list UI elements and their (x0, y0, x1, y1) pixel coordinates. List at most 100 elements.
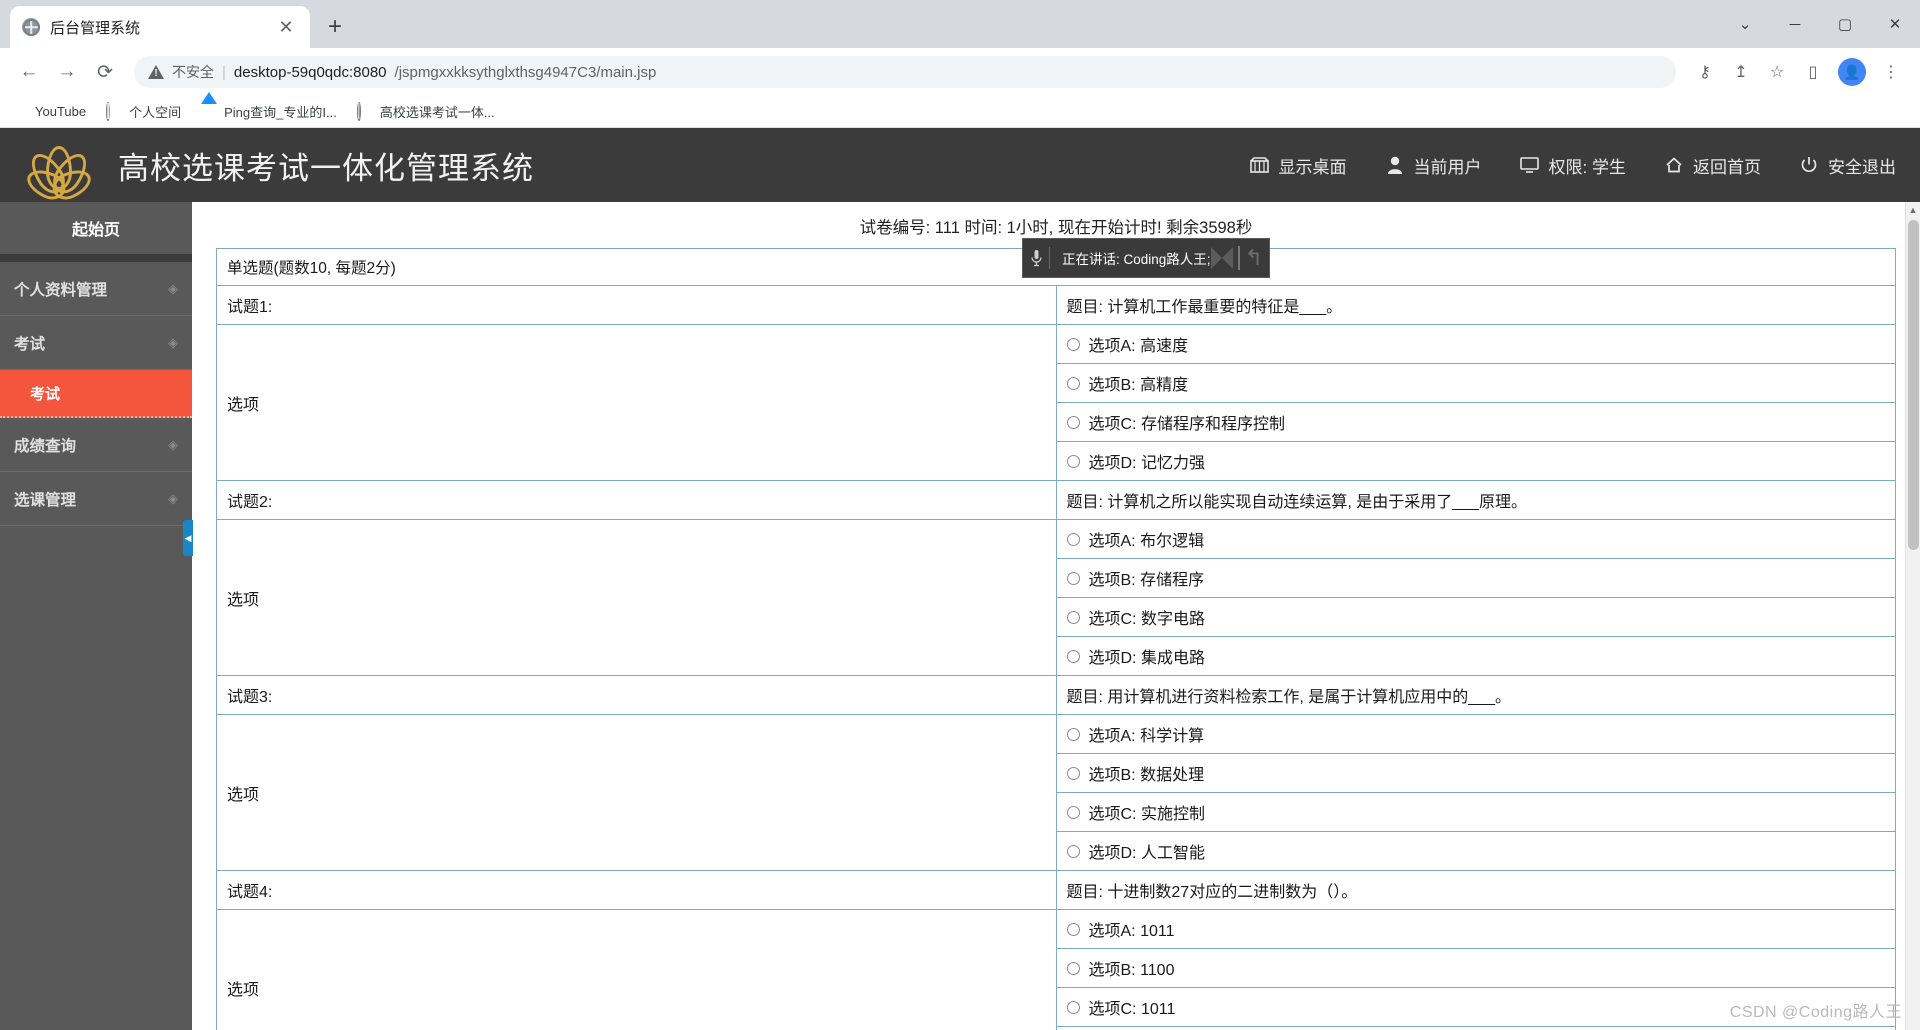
url-path: /jspmgxxkksythglxthsg4947C3/main.jsp (394, 63, 657, 81)
chevron-down-icon[interactable]: ⌄ (1720, 0, 1770, 48)
home-icon (1664, 155, 1684, 175)
menu-icon[interactable]: ⋮ (1874, 55, 1908, 89)
option-cell[interactable]: 选项D: 11011 (1055, 1026, 1896, 1030)
option-cell[interactable]: 选项B: 高精度 (1055, 363, 1896, 403)
option-cell[interactable]: 选项B: 数据处理 (1055, 753, 1896, 793)
microphone-icon (1023, 249, 1049, 267)
sidebar-item-home[interactable]: 起始页 (0, 202, 192, 254)
option-cell[interactable]: 选项C: 实施控制 (1055, 792, 1896, 832)
table-row: 选项 选项A: 布尔逻辑 (216, 519, 1896, 676)
browser-toolbar: ← → ⟳ 不安全 | desktop-59q0qdc:8080/jspmgxx… (0, 48, 1920, 96)
speech-status-overlay: 正在讲话: Coding路人王; ↰ (1022, 238, 1270, 278)
sidebar-item-exam[interactable]: 考试 (0, 370, 192, 418)
close-icon[interactable]: ✕ (274, 15, 298, 39)
sidebar-group-profile[interactable]: 个人资料管理 ◈ (0, 262, 192, 316)
scroll-up-icon[interactable]: ▲ (1906, 202, 1920, 218)
option-label: 选项A: 高速度 (1088, 338, 1189, 355)
header-nav-permission[interactable]: 权限: 学生 (1520, 153, 1626, 178)
bookmark-star-icon[interactable]: ☆ (1760, 55, 1794, 89)
globe-icon (356, 101, 373, 121)
back-icon[interactable]: ← (12, 55, 46, 89)
bookmarks-bar: YouTube 个人空间 Ping查询_专业的I... 高校选课考试一体... (0, 96, 1920, 128)
omnibox-separator: | (222, 63, 226, 81)
header-nav-logout[interactable]: 安全退出 (1799, 153, 1896, 178)
radio-icon[interactable] (1066, 961, 1080, 975)
header-nav-current-user[interactable]: 当前用户 (1385, 153, 1482, 178)
exam-paper-table: 单选题(题数10, 每题2分) 试题1: 题目: 计算机工作最重要的特征是___… (216, 248, 1896, 1030)
option-cell[interactable]: 选项C: 存储程序和程序控制 (1055, 402, 1896, 442)
scrollbar-thumb[interactable] (1908, 220, 1919, 550)
bookmark-item[interactable]: 个人空间 (106, 101, 181, 121)
share-icon[interactable]: ↥ (1724, 55, 1758, 89)
option-cell[interactable]: 选项C: 数字电路 (1055, 597, 1896, 637)
bookmark-label: YouTube (35, 104, 87, 119)
exam-paper-wrapper: 单选题(题数10, 每题2分) 试题1: 题目: 计算机工作最重要的特征是___… (192, 248, 1920, 1030)
option-cell[interactable]: 选项A: 科学计算 (1055, 714, 1896, 754)
undo-arrow-icon[interactable]: ↰ (1245, 245, 1263, 271)
chevron-down-icon: ◈ (168, 436, 178, 452)
radio-icon[interactable] (1066, 1000, 1080, 1014)
radio-icon[interactable] (1066, 649, 1080, 663)
sidebar-group-course[interactable]: 选课管理 ◈ (0, 472, 192, 526)
chevron-down-icon: ◈ (168, 490, 178, 506)
chevron-down-icon: ◈ (168, 334, 178, 350)
sidebar-group-score[interactable]: 成绩查询 ◈ (0, 418, 192, 472)
option-label: 选项B: 1100 (1088, 962, 1175, 979)
profile-avatar[interactable]: 👤 (1838, 58, 1866, 86)
sidebar-collapse-handle[interactable]: ◀ (183, 520, 193, 556)
bookmark-item[interactable]: 高校选课考试一体... (356, 101, 495, 121)
reload-icon[interactable]: ⟳ (88, 55, 122, 89)
radio-icon[interactable] (1066, 922, 1080, 936)
exam-content: 试卷编号: 111 时间: 1小时, 现在开始计时! 剩余3598秒 单选题(题… (192, 202, 1920, 1030)
header-nav-label: 当前用户 (1413, 157, 1482, 177)
option-cell[interactable]: 选项C: 1011 (1055, 987, 1896, 1027)
maximize-button[interactable]: ▢ (1820, 0, 1870, 48)
option-cell[interactable]: 选项D: 人工智能 (1055, 831, 1896, 871)
header-nav-home[interactable]: 返回首页 (1664, 153, 1761, 178)
option-label: 选项D: 记忆力强 (1088, 455, 1205, 472)
option-cell[interactable]: 选项B: 1100 (1055, 948, 1896, 988)
radio-icon[interactable] (1066, 610, 1080, 624)
forward-icon[interactable]: → (50, 55, 84, 89)
side-panel-icon[interactable]: ▯ (1796, 55, 1830, 89)
sidebar-group-label: 个人资料管理 (14, 281, 108, 299)
option-cell[interactable]: 选项A: 布尔逻辑 (1055, 519, 1896, 559)
option-label: 选项B: 存储程序 (1088, 572, 1205, 589)
question-number: 试题2: (216, 480, 1057, 520)
radio-icon[interactable] (1066, 415, 1080, 429)
options-label: 选项 (216, 324, 1057, 481)
radio-icon[interactable] (1066, 532, 1080, 546)
security-label: 不安全 (172, 64, 214, 80)
table-row: 试题1: 题目: 计算机工作最重要的特征是___。 (216, 285, 1896, 325)
new-tab-button[interactable]: + (318, 10, 352, 44)
option-cell[interactable]: 选项D: 记忆力强 (1055, 441, 1896, 481)
vertical-scrollbar[interactable]: ▲ (1905, 202, 1920, 1030)
address-bar[interactable]: 不安全 | desktop-59q0qdc:8080/jspmgxxkksyth… (134, 56, 1676, 88)
browser-tab[interactable]: 后台管理系统 ✕ (10, 6, 310, 48)
option-cell[interactable]: 选项B: 存储程序 (1055, 558, 1896, 598)
radio-icon[interactable] (1066, 766, 1080, 780)
option-cell[interactable]: 选项D: 集成电路 (1055, 636, 1896, 676)
sidebar-group-label: 考试 (14, 335, 46, 353)
bookmark-item[interactable]: YouTube (12, 104, 86, 120)
bookmark-item[interactable]: Ping查询_专业的I... (201, 102, 337, 121)
overlay-controls[interactable]: ↰ (1210, 245, 1269, 271)
header-nav-show-desktop[interactable]: 显示桌面 (1250, 153, 1347, 178)
radio-icon[interactable] (1066, 805, 1080, 819)
radio-icon[interactable] (1066, 337, 1080, 351)
radio-icon[interactable] (1066, 376, 1080, 390)
option-cell[interactable]: 选项A: 1011 (1055, 909, 1896, 949)
option-label: 选项A: 科学计算 (1088, 728, 1205, 745)
option-cell[interactable]: 选项A: 高速度 (1055, 324, 1896, 364)
options-label: 选项 (216, 519, 1057, 676)
radio-icon[interactable] (1066, 727, 1080, 741)
window-close-button[interactable]: ✕ (1870, 0, 1920, 48)
minimize-button[interactable]: － (1770, 0, 1820, 48)
sidebar-group-exam[interactable]: 考试 ◈ (0, 316, 192, 370)
globe-icon (22, 18, 40, 36)
password-key-icon[interactable]: ⚷ (1688, 55, 1722, 89)
radio-icon[interactable] (1066, 571, 1080, 585)
radio-icon[interactable] (1066, 844, 1080, 858)
warning-icon (148, 65, 164, 80)
radio-icon[interactable] (1066, 454, 1080, 468)
